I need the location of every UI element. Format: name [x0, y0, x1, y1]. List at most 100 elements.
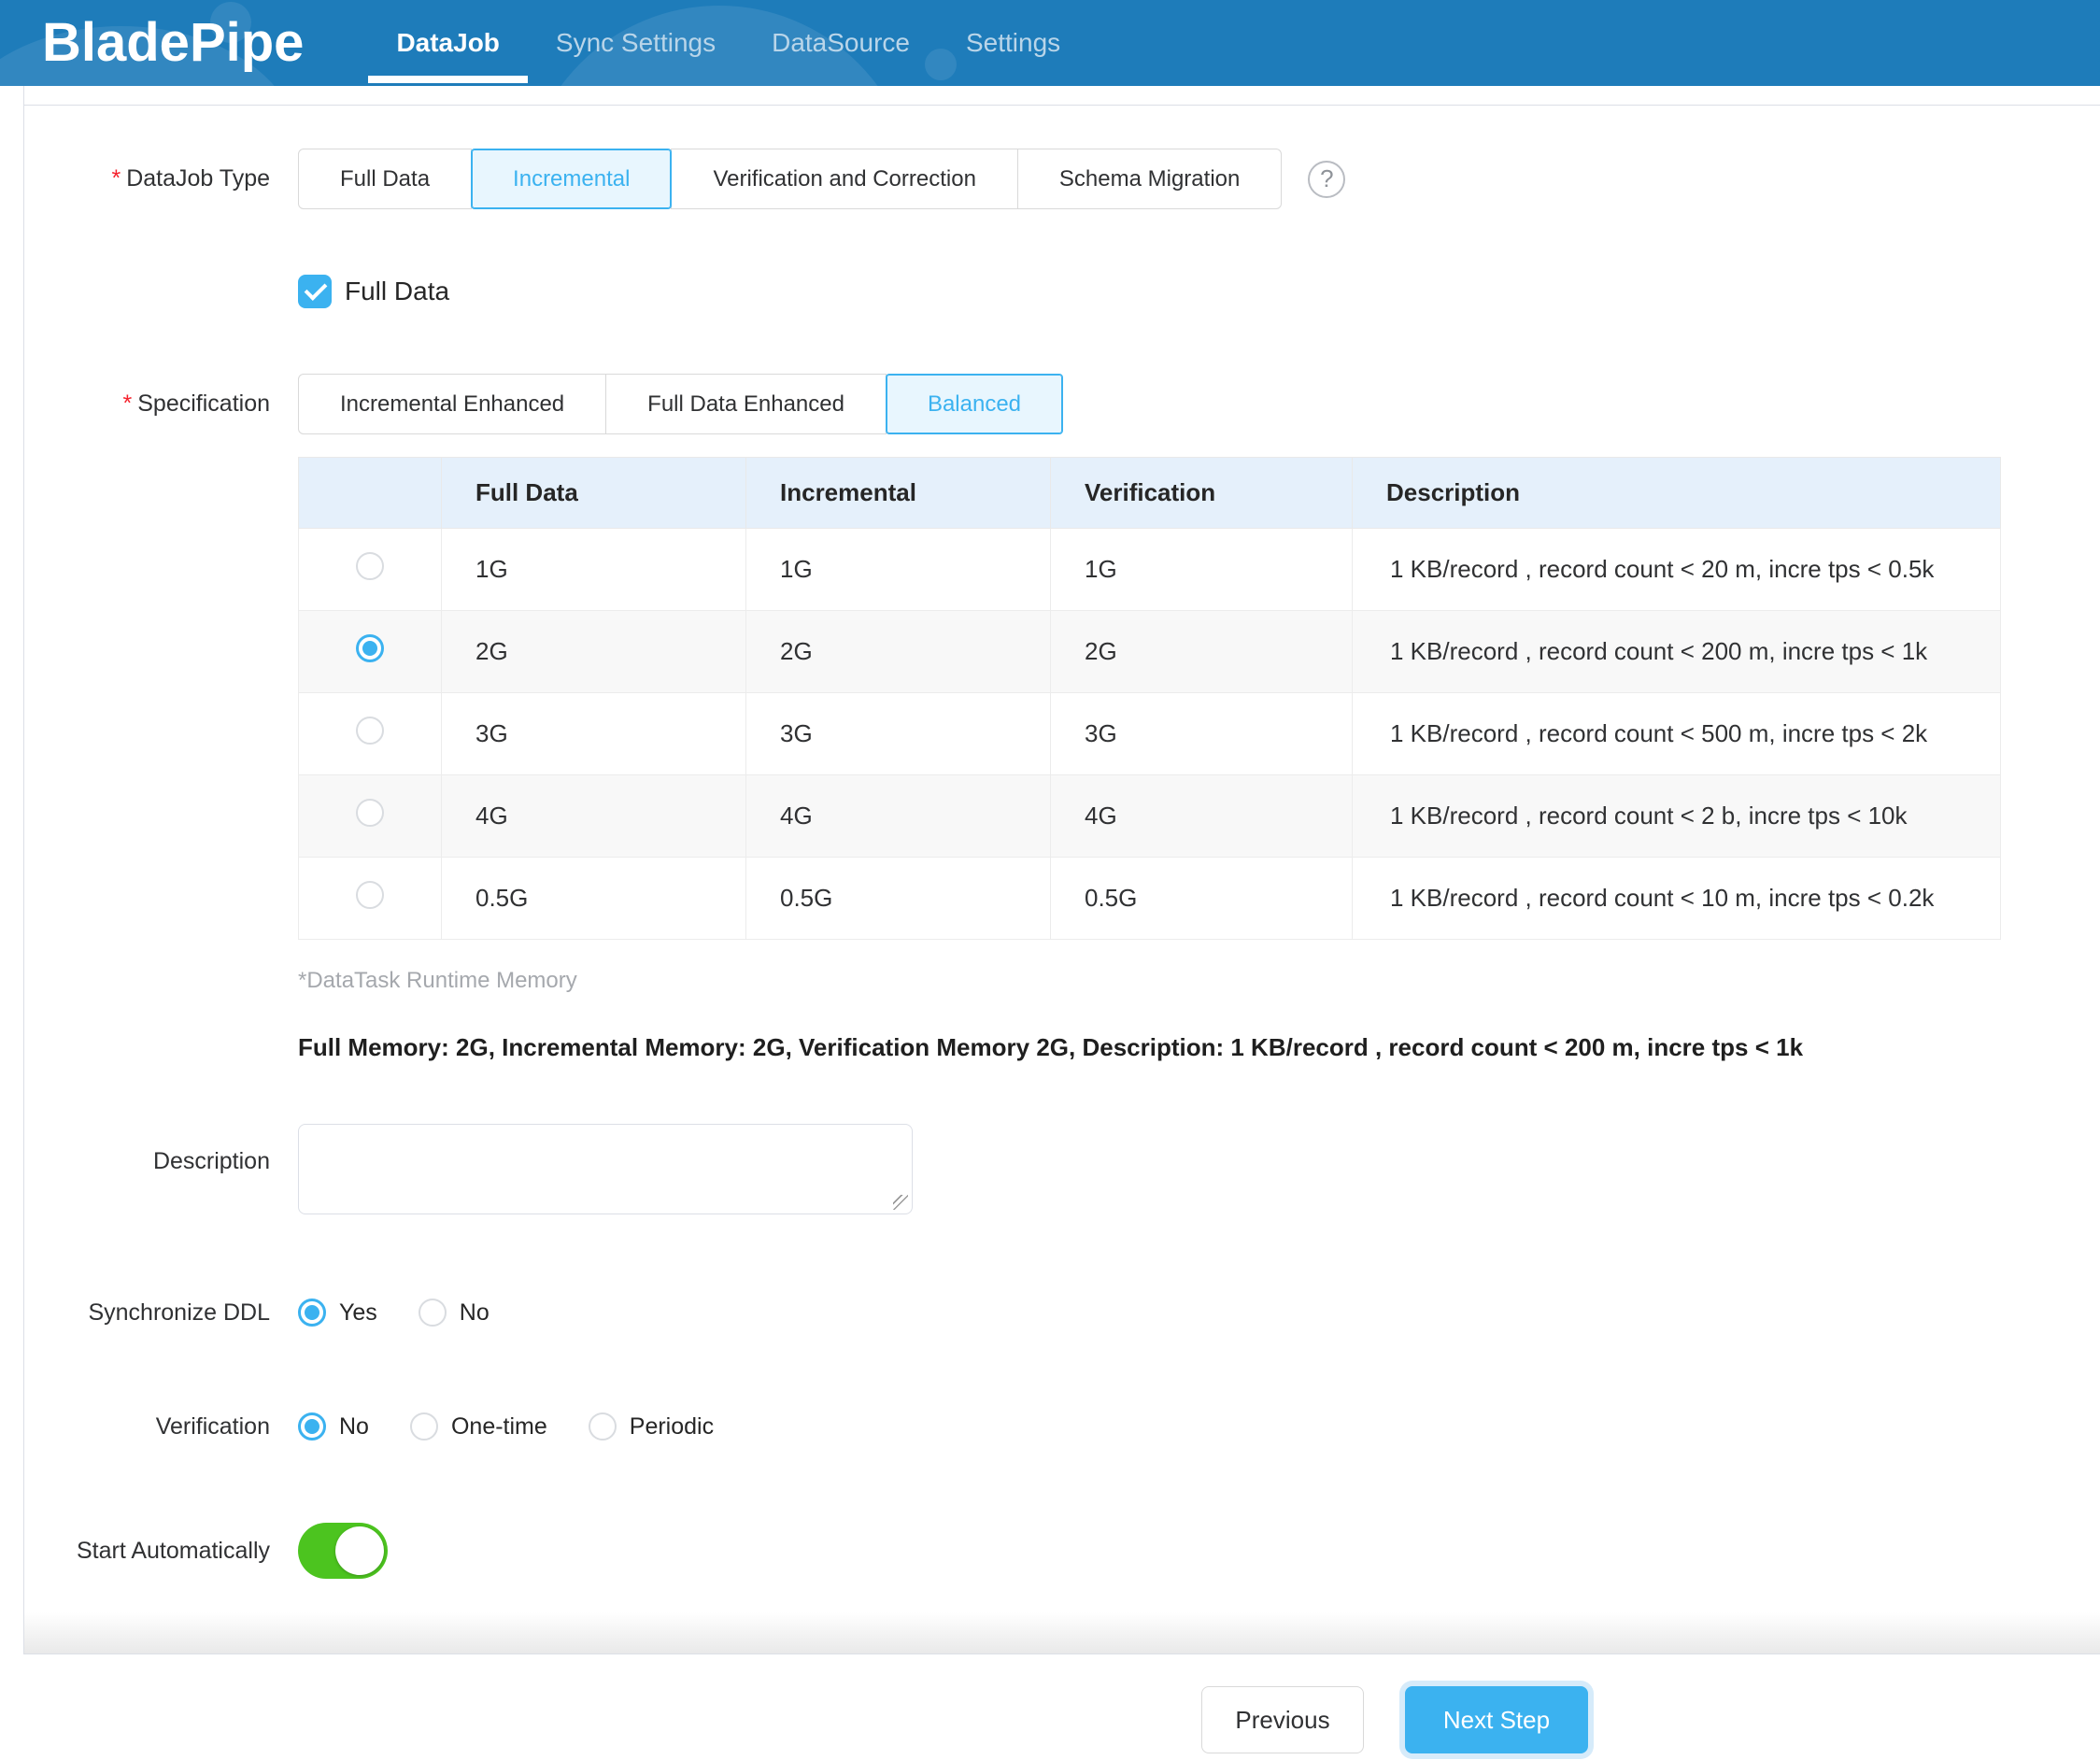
- spec-table-row[interactable]: 3G3G3G1 KB/record , record count < 500 m…: [299, 693, 2001, 775]
- spec-table-row[interactable]: 1G1G1G1 KB/record , record count < 20 m,…: [299, 529, 2001, 611]
- datajob-type-option-schema-migration[interactable]: Schema Migration: [1017, 149, 1282, 209]
- cell-incremental: 0.5G: [746, 858, 1051, 940]
- cell-incremental: 3G: [746, 693, 1051, 775]
- cell-full-data: 1G: [442, 529, 746, 611]
- cell-description: 1 KB/record , record count < 20 m, incre…: [1353, 529, 2001, 611]
- spec-row-radio-cell: [299, 529, 442, 611]
- column-header-incremental: Incremental: [746, 458, 1051, 529]
- spec-row-radio[interactable]: [356, 717, 384, 745]
- sync-ddl-option-no[interactable]: No: [419, 1299, 490, 1327]
- sync-ddl-option-radio[interactable]: [298, 1299, 326, 1327]
- radio-column-header: [299, 458, 442, 529]
- sync-ddl-option-yes[interactable]: Yes: [298, 1299, 377, 1327]
- sync-ddl-option-label: Yes: [339, 1299, 377, 1327]
- card-inner: *DataJob Type Full DataIncrementalVerifi…: [24, 105, 2100, 1654]
- column-header-description: Description: [1353, 458, 2001, 529]
- full-data-checkbox-row: Full Data: [298, 275, 2100, 308]
- help-icon[interactable]: ?: [1308, 161, 1345, 198]
- start-automatically-row: Start Automatically: [24, 1523, 2100, 1579]
- cell-full-data: 4G: [442, 775, 746, 858]
- specification-option-balanced[interactable]: Balanced: [886, 374, 1063, 434]
- datajob-type-label: *DataJob Type: [24, 165, 270, 192]
- description-input[interactable]: [298, 1124, 913, 1214]
- synchronize-ddl-row: Synchronize DDL Yes No: [24, 1299, 2100, 1327]
- full-data-checkbox[interactable]: [298, 275, 332, 308]
- nav-item-sync-settings[interactable]: Sync Settings: [528, 0, 744, 86]
- wizard-footer: Previous Next Step: [0, 1654, 2100, 1753]
- cell-full-data: 3G: [442, 693, 746, 775]
- sync-ddl-option-label: No: [460, 1299, 490, 1327]
- verification-option-radio[interactable]: [298, 1412, 326, 1441]
- specification-table: Full DataIncrementalVerificationDescript…: [298, 457, 2001, 940]
- specification-row: *Specification Incremental EnhancedFull …: [24, 374, 2100, 434]
- toggle-knob: [335, 1526, 384, 1575]
- specification-table-header: Full DataIncrementalVerificationDescript…: [299, 458, 2001, 529]
- next-step-button[interactable]: Next Step: [1405, 1686, 1588, 1753]
- verification-option-radio[interactable]: [410, 1412, 438, 1441]
- column-header-full-data: Full Data: [442, 458, 746, 529]
- brand-logo: BladePipe: [42, 0, 304, 86]
- description-row: Description: [24, 1124, 2100, 1214]
- nav-item-datasource[interactable]: DataSource: [744, 0, 938, 86]
- spec-table-row[interactable]: 0.5G0.5G0.5G1 KB/record , record count <…: [299, 858, 2001, 940]
- cell-full-data: 2G: [442, 611, 746, 693]
- datajob-type-option-incremental[interactable]: Incremental: [471, 149, 672, 209]
- previous-button[interactable]: Previous: [1201, 1686, 1364, 1753]
- verification-row: Verification No One-time Periodic: [24, 1412, 2100, 1441]
- verification-option-radio[interactable]: [589, 1412, 617, 1441]
- specification-table-wrap: Full DataIncrementalVerificationDescript…: [298, 457, 2100, 940]
- cell-incremental: 2G: [746, 611, 1051, 693]
- specification-option-incremental-enhanced[interactable]: Incremental Enhanced: [298, 374, 606, 434]
- full-data-checkbox-label: Full Data: [345, 277, 449, 306]
- cell-verification: 2G: [1051, 611, 1353, 693]
- nav-menu: DataJobSync SettingsDataSourceSettings: [368, 0, 1088, 86]
- cell-verification: 4G: [1051, 775, 1353, 858]
- specification-button-group: Incremental EnhancedFull Data EnhancedBa…: [298, 374, 1063, 434]
- spec-row-radio-cell: [299, 611, 442, 693]
- required-asterisk: *: [123, 390, 133, 417]
- column-header-verification: Verification: [1051, 458, 1353, 529]
- nav-item-settings[interactable]: Settings: [938, 0, 1088, 86]
- description-textarea-wrap: [298, 1124, 913, 1214]
- cell-verification: 1G: [1051, 529, 1353, 611]
- verification-radio-group: No One-time Periodic: [298, 1412, 755, 1441]
- top-nav: BladePipe DataJobSync SettingsDataSource…: [0, 0, 2100, 86]
- verification-option-label: No: [339, 1413, 369, 1441]
- cell-full-data: 0.5G: [442, 858, 746, 940]
- start-automatically-toggle[interactable]: [298, 1523, 388, 1579]
- synchronize-ddl-radio-group: Yes No: [298, 1299, 531, 1327]
- spec-table-row[interactable]: 4G4G4G1 KB/record , record count < 2 b, …: [299, 775, 2001, 858]
- verification-option-one-time[interactable]: One-time: [410, 1412, 547, 1441]
- cell-description: 1 KB/record , record count < 2 b, incre …: [1353, 775, 2001, 858]
- verification-option-no[interactable]: No: [298, 1412, 369, 1441]
- spec-row-radio[interactable]: [356, 881, 384, 909]
- specification-label: *Specification: [24, 390, 270, 418]
- cell-description: 1 KB/record , record count < 200 m, incr…: [1353, 611, 2001, 693]
- card-bottom-fade: [24, 1612, 2100, 1654]
- spec-row-radio[interactable]: [356, 799, 384, 827]
- required-asterisk: *: [111, 165, 121, 192]
- spec-table-row[interactable]: 2G2G2G1 KB/record , record count < 200 m…: [299, 611, 2001, 693]
- synchronize-ddl-label: Synchronize DDL: [24, 1299, 270, 1327]
- specification-option-full-data-enhanced[interactable]: Full Data Enhanced: [605, 374, 887, 434]
- verification-label: Verification: [24, 1413, 270, 1441]
- spec-row-radio-cell: [299, 693, 442, 775]
- verification-option-label: One-time: [451, 1413, 547, 1441]
- sync-ddl-option-radio[interactable]: [419, 1299, 447, 1327]
- spec-row-radio[interactable]: [356, 634, 384, 662]
- card-top-gap: [24, 86, 2100, 105]
- cell-incremental: 1G: [746, 529, 1051, 611]
- datajob-type-row: *DataJob Type Full DataIncrementalVerifi…: [24, 149, 2100, 209]
- datatask-runtime-memory-note: *DataTask Runtime Memory: [298, 968, 2100, 994]
- datajob-type-option-verification-and-correction[interactable]: Verification and Correction: [671, 149, 1017, 209]
- datajob-form-card: *DataJob Type Full DataIncrementalVerifi…: [23, 86, 2100, 1654]
- nav-item-datajob[interactable]: DataJob: [368, 0, 527, 86]
- cell-incremental: 4G: [746, 775, 1051, 858]
- cell-verification: 0.5G: [1051, 858, 1353, 940]
- datajob-type-button-group: Full DataIncrementalVerification and Cor…: [298, 149, 1282, 209]
- spec-row-radio[interactable]: [356, 552, 384, 580]
- start-automatically-label: Start Automatically: [24, 1538, 270, 1565]
- cell-description: 1 KB/record , record count < 10 m, incre…: [1353, 858, 2001, 940]
- datajob-type-option-full-data[interactable]: Full Data: [298, 149, 472, 209]
- verification-option-periodic[interactable]: Periodic: [589, 1412, 714, 1441]
